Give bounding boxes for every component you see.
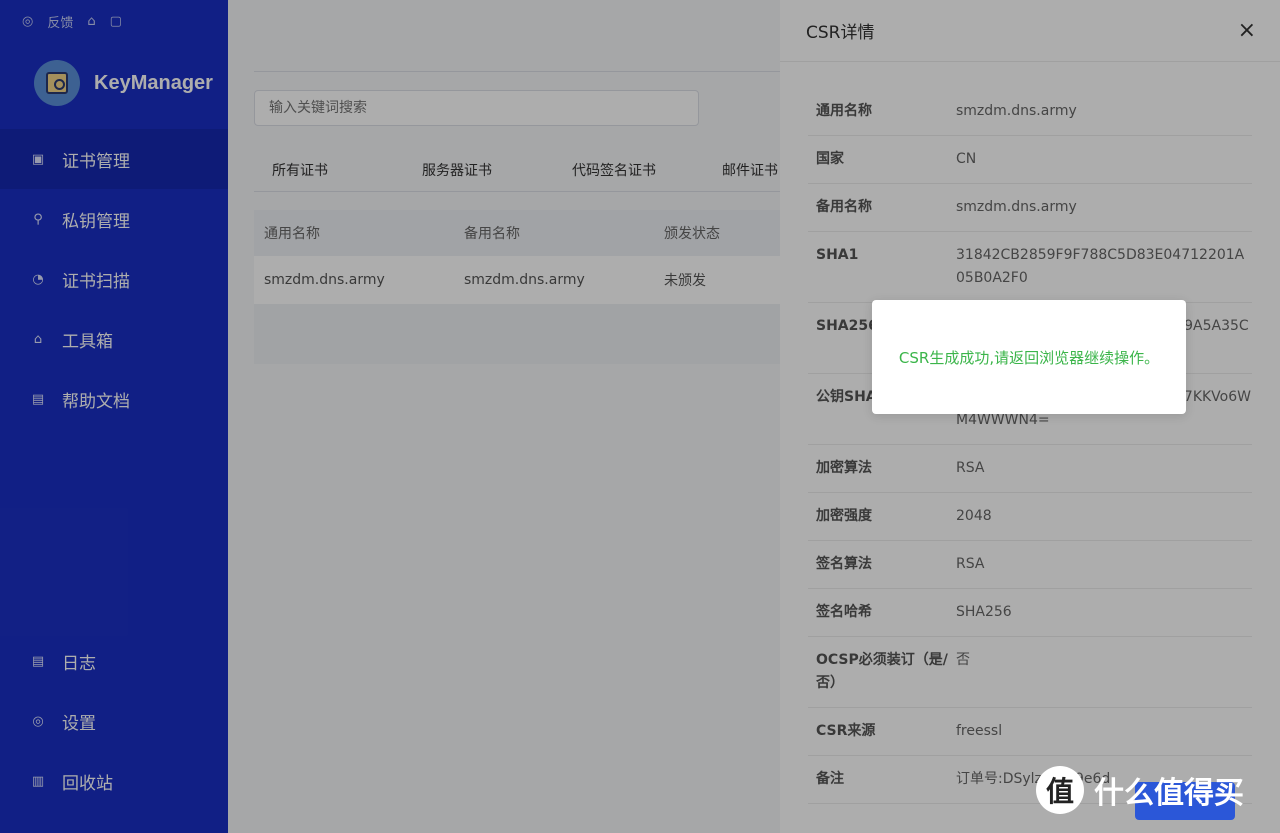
toast-message: CSR生成成功,请返回浏览器继续操作。 — [898, 348, 1160, 367]
success-toast: CSR生成成功,请返回浏览器继续操作。 — [872, 300, 1186, 414]
modal-backdrop[interactable] — [0, 0, 780, 833]
watermark: 值 什么值得买 — [1036, 766, 1244, 814]
watermark-text: 什么值得买 — [1094, 776, 1244, 811]
drawer-backdrop — [780, 0, 1280, 833]
watermark-logo-icon: 值 — [1036, 766, 1084, 814]
